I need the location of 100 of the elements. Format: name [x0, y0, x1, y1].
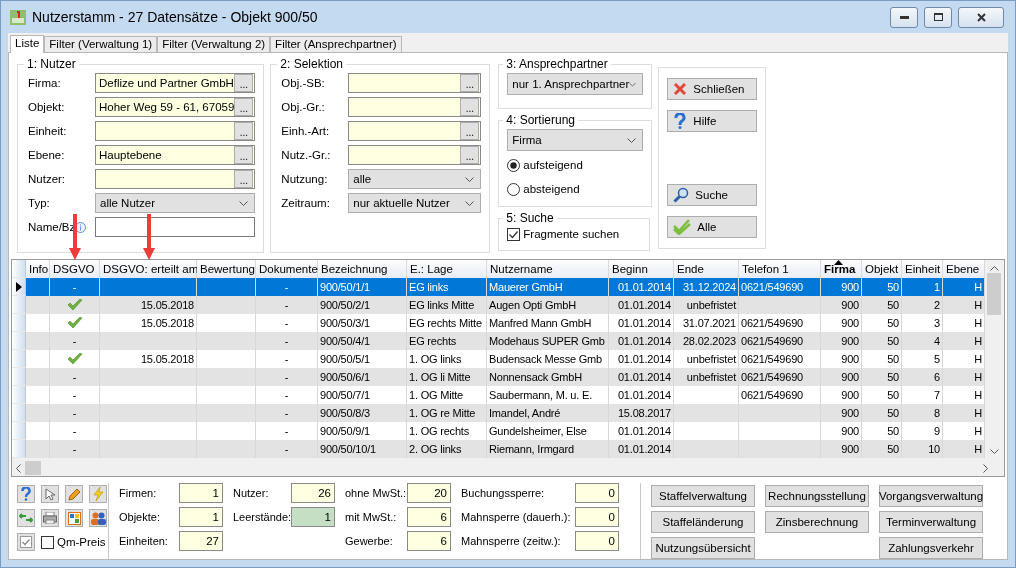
maximize-button[interactable] — [924, 6, 952, 28]
action-button[interactable]: Hilfe — [667, 110, 758, 132]
checkbox[interactable] — [41, 535, 54, 549]
input-field[interactable]: Hoher Weg 59 - 61, 67059 ... — [95, 97, 256, 117]
minimize-button[interactable] — [890, 6, 918, 28]
toolbar-button[interactable] — [65, 509, 83, 527]
group-title: 5: Suche — [505, 211, 555, 225]
toolbar-button[interactable] — [17, 509, 35, 527]
checkbox[interactable] — [507, 227, 521, 241]
input-field[interactable] — [95, 217, 256, 237]
command-button[interactable]: Vorgangsverwaltung — [879, 485, 983, 507]
browse-button[interactable]: ... — [234, 122, 254, 140]
browse-button[interactable]: ... — [234, 74, 254, 92]
column-header[interactable]: Firma — [821, 260, 862, 278]
table-cell: 900 — [821, 440, 862, 458]
command-button[interactable]: Nutzungsübersicht — [651, 537, 755, 559]
tab[interactable]: Liste — [10, 35, 45, 53]
toolbar-button[interactable] — [17, 485, 35, 503]
toolbar-button[interactable] — [89, 509, 107, 527]
input-field[interactable]: ... — [348, 145, 482, 165]
browse-button[interactable]: ... — [234, 170, 254, 188]
table-row[interactable]: - - 900/50/6/1 1. OG li Mitte Nonnensack GmbH 01.01.2014 unbefristet 0621/549690 900 50 6 H — [12, 368, 985, 386]
minimize-icon — [899, 15, 909, 19]
dropdown[interactable]: nur 1. Ansprechpartner — [507, 73, 644, 95]
close-button[interactable] — [958, 6, 1004, 28]
command-button[interactable]: Staffelverwaltung — [651, 485, 755, 507]
stat-value: 1 — [291, 507, 335, 527]
radio-label: aufsteigend — [523, 159, 583, 171]
column-header[interactable]: Nutzername — [487, 260, 609, 278]
close-icon — [976, 12, 986, 22]
input-field[interactable]: ... — [95, 169, 256, 189]
current-row-icon — [15, 281, 22, 292]
input-field[interactable]: Deflize und Partner GmbH ... — [95, 73, 256, 93]
scroll-right-icon — [983, 463, 988, 473]
checkmark-icon — [66, 317, 83, 329]
column-header[interactable]: Telefon 1 — [739, 260, 821, 278]
dropdown[interactable]: nur aktuelle Nutzer — [348, 193, 482, 213]
table-row[interactable]: 15.05.2018 - 900/50/5/1 1. OG links Budensack Messe Gmb 01.01.2014 unbefristet 0621/549690 900 50 5 H — [12, 350, 985, 368]
column-header[interactable]: Bewertung — [197, 260, 256, 278]
browse-button[interactable]: ... — [234, 98, 254, 116]
table-row[interactable]: - - 900/50/10/1 2. OG links Riemann, Irmgard 01.01.2014 900 50 10 H — [12, 440, 985, 458]
radio-button[interactable] — [507, 158, 521, 172]
toolbar-button[interactable] — [41, 485, 59, 503]
input-field[interactable]: ... — [348, 97, 482, 117]
tab[interactable]: Filter (Verwaltung 2) — [157, 36, 271, 52]
browse-button[interactable]: ... — [234, 146, 254, 164]
toolbar-button[interactable] — [41, 509, 59, 527]
scrollbar-thumb[interactable] — [987, 273, 1001, 315]
close-icon — [673, 82, 688, 96]
action-button[interactable]: Suche — [667, 184, 758, 206]
column-header[interactable]: Beginn — [609, 260, 674, 278]
toolbar-button[interactable] — [65, 485, 83, 503]
browse-button[interactable]: ... — [460, 74, 480, 92]
app-icon — [10, 9, 26, 25]
column-header[interactable]: Dokumente — [256, 260, 318, 278]
toolbar-button[interactable] — [17, 533, 35, 551]
table-row[interactable]: - - 900/50/8/3 1. OG re Mitte Imandel, André 15.08.2017 900 50 8 H — [12, 404, 985, 422]
command-button[interactable]: Zahlungsverkehr — [879, 537, 983, 559]
column-header[interactable]: E.: Lage — [407, 260, 487, 278]
command-button[interactable]: Rechnungsstellung — [765, 485, 869, 507]
command-button[interactable]: Zinsberechnung — [765, 511, 869, 533]
table-cell: 2. OG links — [407, 440, 487, 458]
maximize-icon — [933, 13, 943, 21]
scroll-left-icon — [16, 463, 21, 473]
input-field[interactable]: ... — [95, 121, 256, 141]
table-row[interactable]: - - 900/50/4/1 EG rechts Modehaus SUPER Gmb 01.01.2014 28.02.2023 0621/549690 900 50 4 H — [12, 332, 985, 350]
arrow-icon — [142, 214, 155, 260]
column-header[interactable]: Ebene — [943, 260, 985, 278]
row-header[interactable] — [12, 278, 26, 296]
column-header[interactable]: Einheit — [902, 260, 943, 278]
input-field[interactable]: ... — [348, 121, 482, 141]
column-header[interactable]: Info — [26, 260, 50, 278]
table-row[interactable]: 15.05.2018 - 900/50/2/1 EG links Mitte Augen Opti GmbH 01.01.2014 unbefristet 900 50 2 H — [12, 296, 985, 314]
command-button[interactable]: Staffeländerung — [651, 511, 755, 533]
field-label: Nutzung: — [281, 173, 329, 185]
dropdown[interactable]: Firma — [507, 129, 644, 151]
stat-label: Leerstände: — [233, 511, 291, 523]
table-row[interactable]: - - 900/50/7/1 1. OG Mitte Saubermann, M. u. E. 01.01.2014 0621/549690 900 50 7 H — [12, 386, 985, 404]
dropdown[interactable]: alle — [348, 169, 482, 189]
dropdown[interactable]: alle Nutzer — [95, 193, 256, 213]
browse-button[interactable]: ... — [460, 98, 480, 116]
command-button[interactable]: Terminverwaltung — [879, 511, 983, 533]
table-row[interactable]: - - 900/50/1/1 EG links Mauerer GmbH 01.01.2014 31.12.2024 0621/549690 900 50 1 H — [12, 278, 985, 296]
table-row[interactable]: - - 900/50/9/1 1. OG rechts Gundelsheimer, Else 01.01.2014 900 50 9 H — [12, 422, 985, 440]
input-field[interactable]: ... — [348, 73, 482, 93]
tab[interactable]: Filter (Verwaltung 1) — [44, 36, 158, 52]
column-header[interactable]: Objekt — [862, 260, 902, 278]
column-header[interactable]: Bezeichnung — [318, 260, 407, 278]
checkmark-icon — [66, 299, 83, 311]
action-button[interactable]: Schließen — [667, 78, 758, 100]
browse-button[interactable]: ... — [460, 146, 480, 164]
column-header[interactable]: DSGVO — [50, 260, 100, 278]
column-header[interactable]: Ende — [674, 260, 739, 278]
action-button[interactable]: Alle — [667, 216, 758, 238]
input-field[interactable]: Hauptebene ... — [95, 145, 256, 165]
scrollbar-thumb[interactable] — [25, 461, 41, 475]
table-row[interactable]: 15.05.2018 - 900/50/3/1 EG rechts Mitte Manfred Mann GmbH 01.01.2014 31.07.2021 0621/549690 900 50 3 H — [12, 314, 985, 332]
tab[interactable]: Filter (Ansprechpartner) — [270, 36, 402, 52]
browse-button[interactable]: ... — [460, 122, 480, 140]
radio-button[interactable] — [507, 182, 521, 196]
